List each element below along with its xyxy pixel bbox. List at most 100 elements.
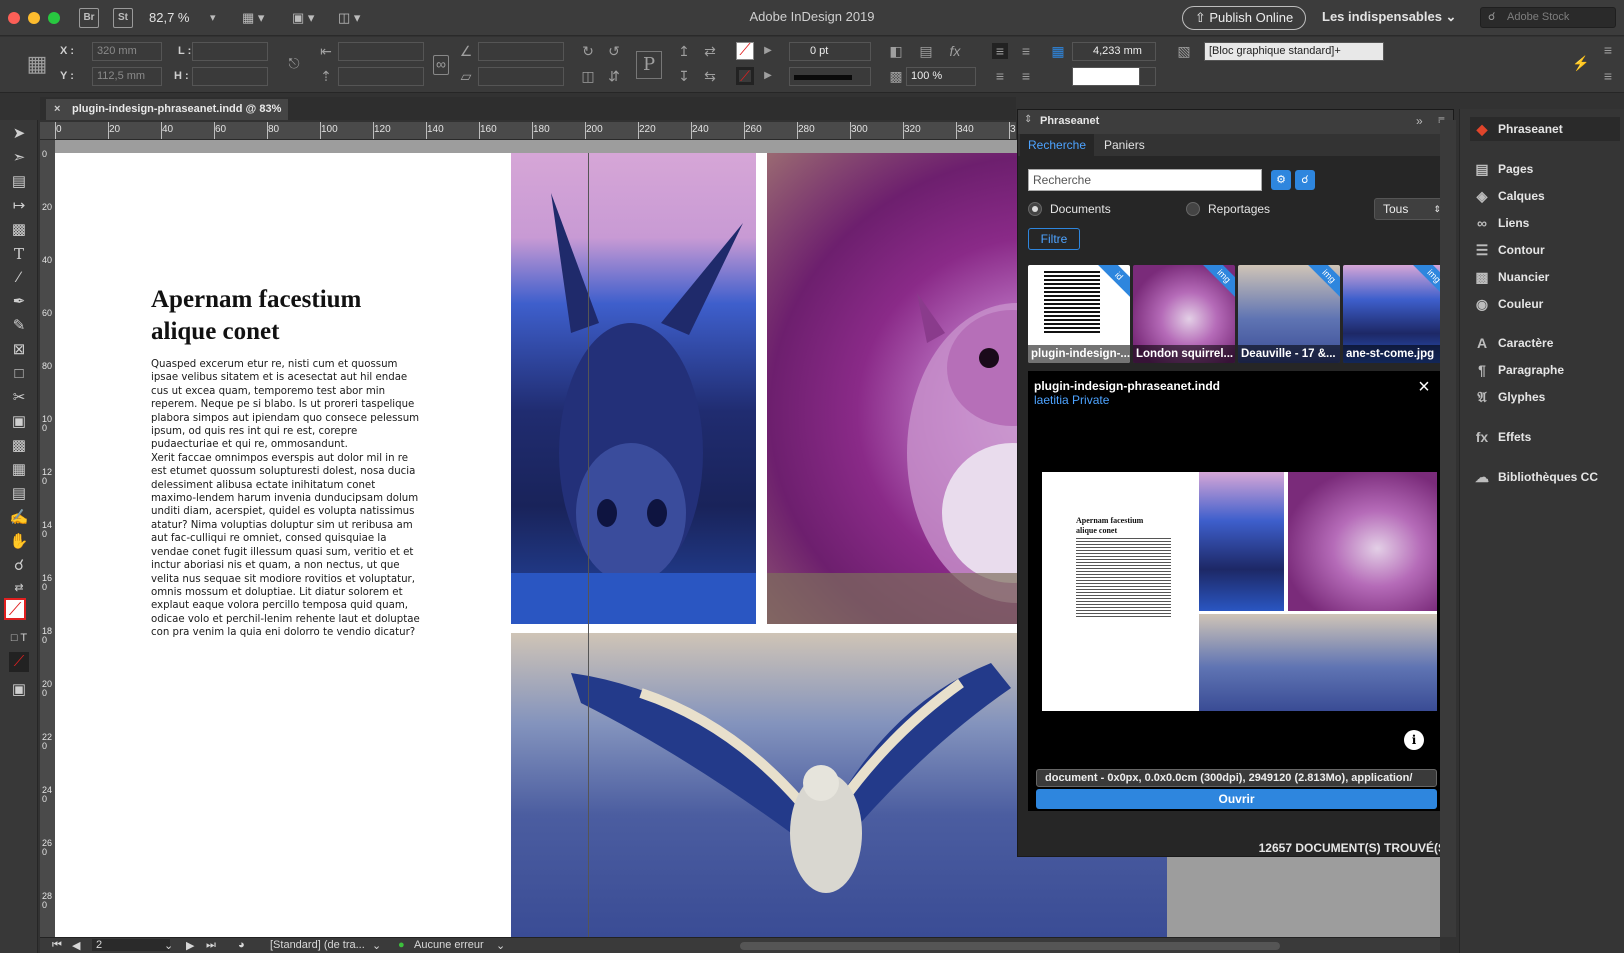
dock-item-character[interactable]: A Caractère — [1470, 331, 1620, 355]
thumbnail-donkey[interactable]: img ane-st-come.jpg — [1343, 265, 1445, 363]
apply-none-icon[interactable]: ⟋ — [9, 652, 29, 672]
note-tool-icon[interactable]: ▤ — [9, 484, 29, 504]
content-collector-icon[interactable]: ▩ — [9, 220, 29, 240]
pen-tool-icon[interactable]: ✒ — [9, 292, 29, 312]
search-settings-button[interactable]: ⚙ — [1271, 170, 1291, 190]
search-button[interactable]: ☌ — [1295, 170, 1315, 190]
dock-item-glyphs[interactable]: 𝔄 Glyphes — [1470, 385, 1620, 409]
scissors-tool-icon[interactable]: ✂ — [9, 388, 29, 408]
distribute-top-icon[interactable]: ≡ — [992, 68, 1008, 84]
documents-radio[interactable]: Documents — [1028, 202, 1111, 216]
constrain-proportions-icon[interactable]: ⎋ — [286, 55, 302, 71]
y-position-field[interactable]: 112,5 mm — [92, 67, 162, 86]
height-field[interactable] — [192, 67, 268, 86]
horizontal-scrollbar[interactable] — [740, 942, 1280, 950]
fill-stroke-icon[interactable]: ⟋ — [4, 598, 26, 620]
formatting-container-icon[interactable]: □ T — [9, 628, 29, 648]
screen-mode-icon[interactable]: ▣ ▾ — [292, 9, 314, 27]
format-select[interactable]: document - 0x0px, 0.0x0.0cm (300dpi), 29… — [1036, 769, 1437, 787]
workspace-switcher[interactable]: Les indispensables ⌄ — [1322, 9, 1456, 25]
dock-item-effects[interactable]: fx Effets — [1470, 425, 1620, 449]
dock-item-stroke[interactable]: ☰ Contour — [1470, 238, 1620, 262]
x-position-field[interactable]: 320 mm — [92, 42, 162, 61]
tab-recherche[interactable]: Recherche — [1020, 134, 1095, 156]
rectangle-tool-icon[interactable]: □ — [9, 364, 29, 384]
panel-expand-icon[interactable]: » — [1416, 114, 1423, 128]
detail-user-link[interactable]: laetitia Private — [1034, 393, 1109, 407]
selection-tool-icon[interactable]: ➤ — [9, 124, 29, 144]
errors-dropdown-icon[interactable]: ⌄ — [496, 939, 505, 952]
flip-horizontal-icon[interactable]: ◫ — [580, 68, 596, 84]
width-field[interactable] — [192, 42, 268, 61]
panel-collapse-icon[interactable]: ⇕ — [1024, 114, 1032, 125]
dock-item-swatches[interactable]: ▩ Nuancier — [1470, 265, 1620, 289]
first-page-icon[interactable]: ⏮ — [52, 939, 62, 952]
minimize-window-button[interactable] — [28, 12, 40, 24]
stroke-type-select[interactable] — [789, 67, 871, 86]
phraseanet-panel-header[interactable]: ⇕ Phraseanet » ≡ — [1018, 110, 1453, 134]
swap-colors-icon[interactable]: ⇄ — [9, 578, 29, 598]
zoom-window-button[interactable] — [48, 12, 60, 24]
thumbnail-document[interactable]: id plugin-indesign-... — [1028, 265, 1130, 363]
preflight-dropdown-icon[interactable]: ⌄ — [372, 939, 381, 952]
dock-item-color[interactable]: ◉ Couleur — [1470, 292, 1620, 316]
stock-button[interactable]: St — [113, 8, 133, 28]
scale-y-field[interactable] — [338, 67, 424, 86]
previous-page-icon[interactable]: ◀ — [72, 939, 80, 952]
stroke-dropdown-icon[interactable]: ▶ — [760, 68, 776, 84]
corner-options-icon[interactable]: ◧ — [888, 43, 904, 59]
fill-dropdown-icon[interactable]: ▶ — [760, 43, 776, 59]
tab-paniers[interactable]: Paniers — [1096, 134, 1153, 156]
fill-none-icon[interactable]: ⟋ — [736, 42, 754, 60]
gutter-field[interactable]: 4,233 mm — [1072, 42, 1156, 61]
dock-item-pages[interactable]: ▤ Pages — [1470, 157, 1620, 181]
dock-item-cc-libraries[interactable]: ☁ Bibliothèques CC — [1470, 465, 1620, 489]
bridge-button[interactable]: Br — [79, 8, 99, 28]
vertical-scrollbar[interactable] — [1440, 120, 1456, 937]
wrap-icon[interactable]: ▤ — [918, 43, 934, 59]
rotate-cw-icon[interactable]: ↻ — [580, 43, 596, 59]
gradient-feather-tool-icon[interactable]: ▦ — [9, 460, 29, 480]
dock-item-phraseanet[interactable]: ◆ Phraseanet — [1470, 117, 1620, 141]
select-content-icon[interactable]: ↧ — [676, 68, 692, 84]
filter-button[interactable]: Filtre — [1028, 228, 1080, 250]
phraseanet-search-input[interactable]: Recherche — [1028, 169, 1262, 191]
dock-item-links[interactable]: ∞ Liens — [1470, 211, 1620, 235]
next-page-icon[interactable]: ▶ — [186, 939, 194, 952]
document-tab[interactable]: × plugin-indesign-phraseanet.indd @ 83% — [46, 99, 288, 120]
page-dropdown-icon[interactable]: ⌄ — [164, 939, 173, 952]
close-tab-icon[interactable]: × — [54, 99, 60, 120]
thumbnail-squirrel[interactable]: img London squirrel... — [1133, 265, 1235, 363]
align-left-icon[interactable]: ≡ — [992, 43, 1008, 59]
zoom-dropdown-icon[interactable]: ▾ — [210, 9, 216, 27]
line-tool-icon[interactable]: ∕ — [9, 268, 29, 288]
thumbnail-seagull[interactable]: img Deauville - 17 &... — [1238, 265, 1340, 363]
adobe-stock-search[interactable]: ☌ Adobe Stock — [1480, 7, 1616, 28]
zoom-tool-icon[interactable]: ☌ — [9, 556, 29, 576]
fx-icon[interactable]: fx — [947, 43, 963, 59]
align-center-icon[interactable]: ≡ — [1018, 43, 1034, 59]
select-next-icon[interactable]: ⇆ — [702, 68, 718, 84]
info-icon[interactable]: i — [1404, 730, 1424, 750]
dock-item-paragraph[interactable]: ¶ Paragraphe — [1470, 358, 1620, 382]
reportages-radio[interactable]: Reportages — [1186, 202, 1270, 216]
open-button[interactable]: Ouvrir — [1036, 789, 1437, 809]
horizontal-ruler[interactable]: 0 20 40 60 80 100 120 140 160 180 200 220 240 260 280 3… — [40, 122, 1016, 140]
quick-apply-icon[interactable]: ⚡ — [1572, 55, 1589, 71]
publish-online-button[interactable]: ⇧ Publish Online — [1182, 6, 1306, 30]
control-menu-icon[interactable]: ≡ — [1600, 68, 1616, 84]
document-heading[interactable]: Apernam facestium alique conet — [151, 284, 421, 348]
rotation-field[interactable] — [478, 42, 564, 61]
swatch-field[interactable] — [1072, 67, 1140, 86]
distribute-bottom-icon[interactable]: ≡ — [1018, 68, 1034, 84]
gradient-tool-icon[interactable]: ▩ — [9, 436, 29, 456]
arrange-documents-icon[interactable]: ◫ ▾ — [338, 9, 360, 27]
stroke-weight-field[interactable]: 0 pt — [789, 42, 871, 61]
direct-selection-tool-icon[interactable]: ➣ — [9, 148, 29, 168]
page-number-field[interactable]: 2 — [92, 939, 170, 951]
rectangle-frame-tool-icon[interactable]: ⊠ — [9, 340, 29, 360]
vertical-ruler[interactable]: 0 20 40 60 80 100 120 140 160 180 200 220 240 260 280 — [40, 140, 55, 937]
donkey-photo[interactable] — [511, 153, 756, 624]
shear-field[interactable] — [478, 67, 564, 86]
opacity-field[interactable]: 100 % — [906, 67, 976, 86]
